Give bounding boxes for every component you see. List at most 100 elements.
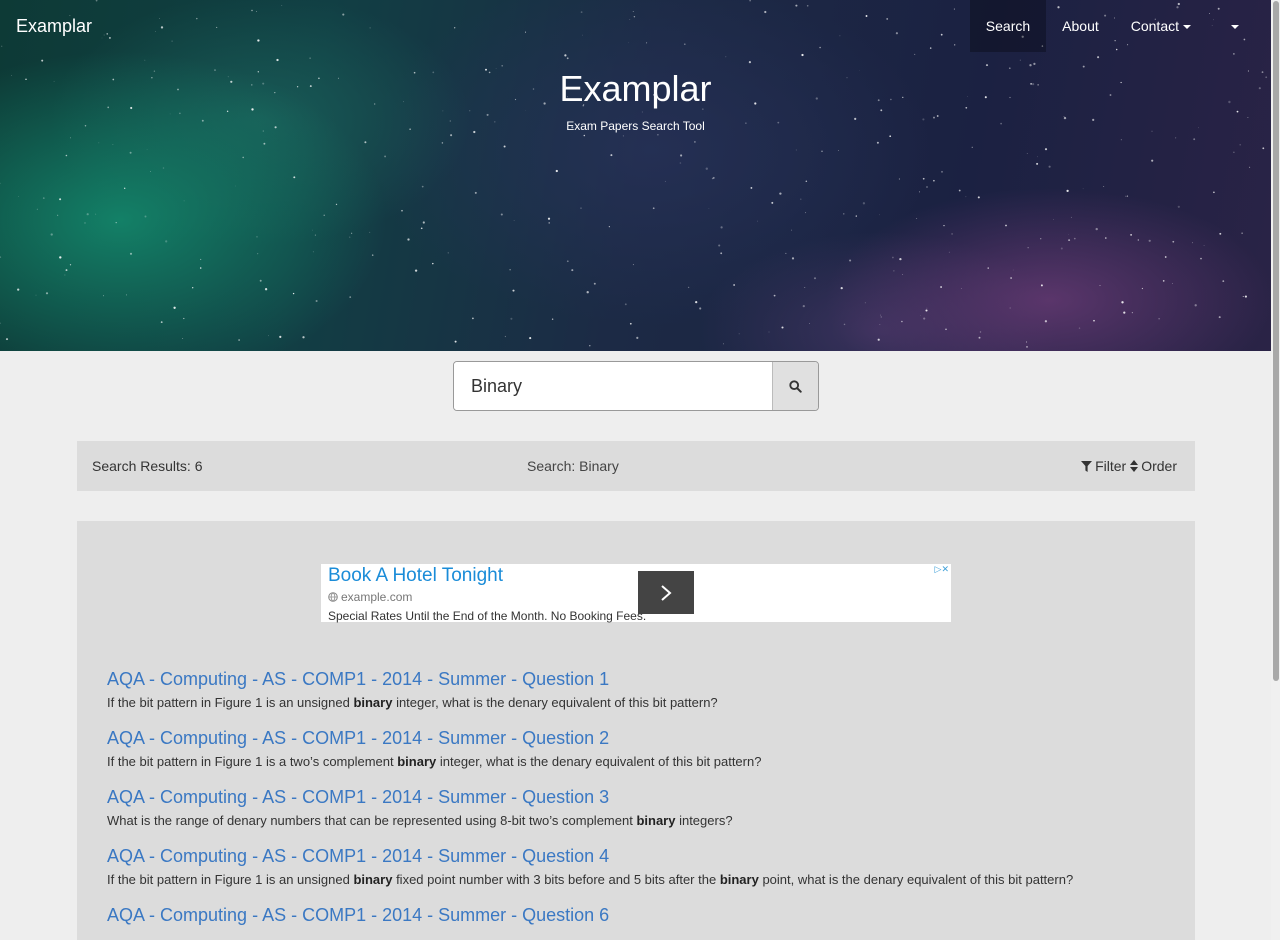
star-dot (1027, 247, 1029, 249)
star-dot (773, 294, 776, 297)
snippet-text: fixed point number with 3 bits before an… (392, 872, 720, 887)
star-dot (442, 110, 444, 112)
ad-domain-text: example.com (341, 590, 413, 604)
star-dot (551, 318, 554, 320)
star-dot (958, 189, 961, 192)
star-dot (45, 292, 49, 295)
star-dot (1095, 227, 1098, 231)
star-dot (309, 57, 311, 59)
order-button[interactable]: Order (1130, 458, 1177, 474)
star-dot (144, 59, 146, 61)
list-item: AQA - Computing - AS - COMP1 - 2014 - Su… (107, 667, 1187, 719)
star-dot (795, 149, 797, 151)
scrollbar-thumb[interactable] (1273, 1, 1279, 681)
star-dot (571, 269, 574, 272)
result-title-link[interactable]: AQA - Computing - AS - COMP1 - 2014 - Su… (107, 844, 1187, 868)
star-dot (733, 284, 735, 286)
brand-link[interactable]: Examplar (16, 16, 92, 37)
star-dot (705, 167, 708, 170)
star-dot (1010, 277, 1013, 279)
star-dot (513, 220, 515, 221)
star-dot (335, 203, 338, 206)
star-dot (196, 17, 198, 20)
star-dot (293, 176, 296, 179)
star-dot (764, 10, 767, 14)
nav-extra-dropdown[interactable] (1207, 0, 1255, 52)
star-dot (1162, 280, 1165, 282)
star-dot (1026, 341, 1027, 343)
result-snippet: If the bit pattern in Figure 1 is an uns… (107, 868, 1187, 896)
star-dot (364, 141, 367, 144)
star-dot (41, 59, 44, 62)
nav-contact-label: Contact (1130, 18, 1179, 34)
star-dot (1068, 233, 1069, 235)
star-dot (899, 257, 902, 261)
star-dot (889, 135, 892, 138)
star-dot (312, 229, 313, 231)
starfield-background (0, 0, 1268, 348)
star-dot (1120, 139, 1122, 141)
list-item: AQA - Computing - AS - COMP1 - 2014 - Su… (107, 844, 1187, 896)
nav-search[interactable]: Search (969, 0, 1047, 52)
star-dot (101, 37, 103, 39)
star-dot (422, 221, 425, 224)
star-dot (683, 43, 686, 46)
star-dot (1099, 285, 1101, 286)
ad-banner[interactable]: Book A Hotel Tonight example.com Special… (321, 564, 951, 623)
star-dot (115, 221, 117, 224)
star-dot (781, 326, 784, 329)
star-dot (862, 202, 866, 205)
star-dot (580, 11, 583, 14)
filter-icon (1081, 460, 1093, 472)
star-dot (1040, 284, 1043, 287)
ad-title[interactable]: Book A Hotel Tonight (328, 565, 503, 587)
star-dot (895, 32, 899, 35)
result-title-link[interactable]: AQA - Computing - AS - COMP1 - 2014 - Su… (107, 667, 1187, 691)
star-dot (512, 289, 515, 292)
filter-label: Filter (1095, 458, 1127, 474)
star-dot (1063, 116, 1065, 118)
star-dot (720, 226, 723, 229)
results-query: Search: Binary (527, 458, 619, 474)
star-dot (384, 155, 387, 158)
ad-open-button[interactable] (638, 571, 694, 614)
star-dot (785, 252, 787, 254)
star-dot (351, 232, 353, 234)
ad-choices-icon[interactable]: ▷✕ (935, 564, 949, 575)
result-title-link[interactable]: AQA - Computing - AS - COMP1 - 2014 - Su… (107, 785, 1187, 809)
star-dot (106, 33, 108, 35)
star-dot (1123, 311, 1126, 314)
star-dot (940, 286, 943, 288)
star-dot (879, 214, 880, 216)
star-dot (636, 336, 639, 339)
star-dot (315, 299, 318, 303)
star-dot (421, 185, 424, 188)
snippet-text: If the bit pattern in Figure 1 is a two’… (107, 754, 398, 769)
star-dot (59, 198, 62, 201)
result-title-link[interactable]: AQA - Computing - AS - COMP1 - 2014 - Su… (107, 903, 1187, 927)
star-dot (1005, 224, 1007, 227)
page-scrollbar[interactable] (1271, 0, 1280, 940)
search-input[interactable] (454, 362, 772, 410)
star-dot (1148, 239, 1151, 242)
nav-contact[interactable]: Contact (1115, 0, 1207, 52)
star-dot (1219, 232, 1222, 235)
star-dot (1066, 189, 1069, 193)
star-dot (564, 54, 567, 57)
snippet-text: What is the range of denary numbers that… (107, 813, 637, 828)
star-dot (879, 324, 881, 325)
nav-about[interactable]: About (1046, 0, 1115, 52)
result-title-link[interactable]: AQA - Computing - AS - COMP1 - 2014 - Su… (107, 726, 1187, 750)
star-dot (886, 17, 889, 20)
star-dot (566, 260, 569, 263)
filter-button[interactable]: Filter (1081, 458, 1126, 474)
star-dot (837, 150, 839, 151)
star-dot (420, 227, 423, 230)
result-snippet: If the bit pattern in Figure 1 is an uns… (107, 691, 1187, 719)
chevron-right-icon (661, 584, 672, 601)
results-header: Search Results: 6 Search: Binary Filter … (77, 441, 1195, 491)
star-dot (18, 196, 19, 197)
search-button[interactable] (772, 362, 818, 410)
star-dot (182, 338, 184, 339)
star-dot (276, 58, 279, 62)
